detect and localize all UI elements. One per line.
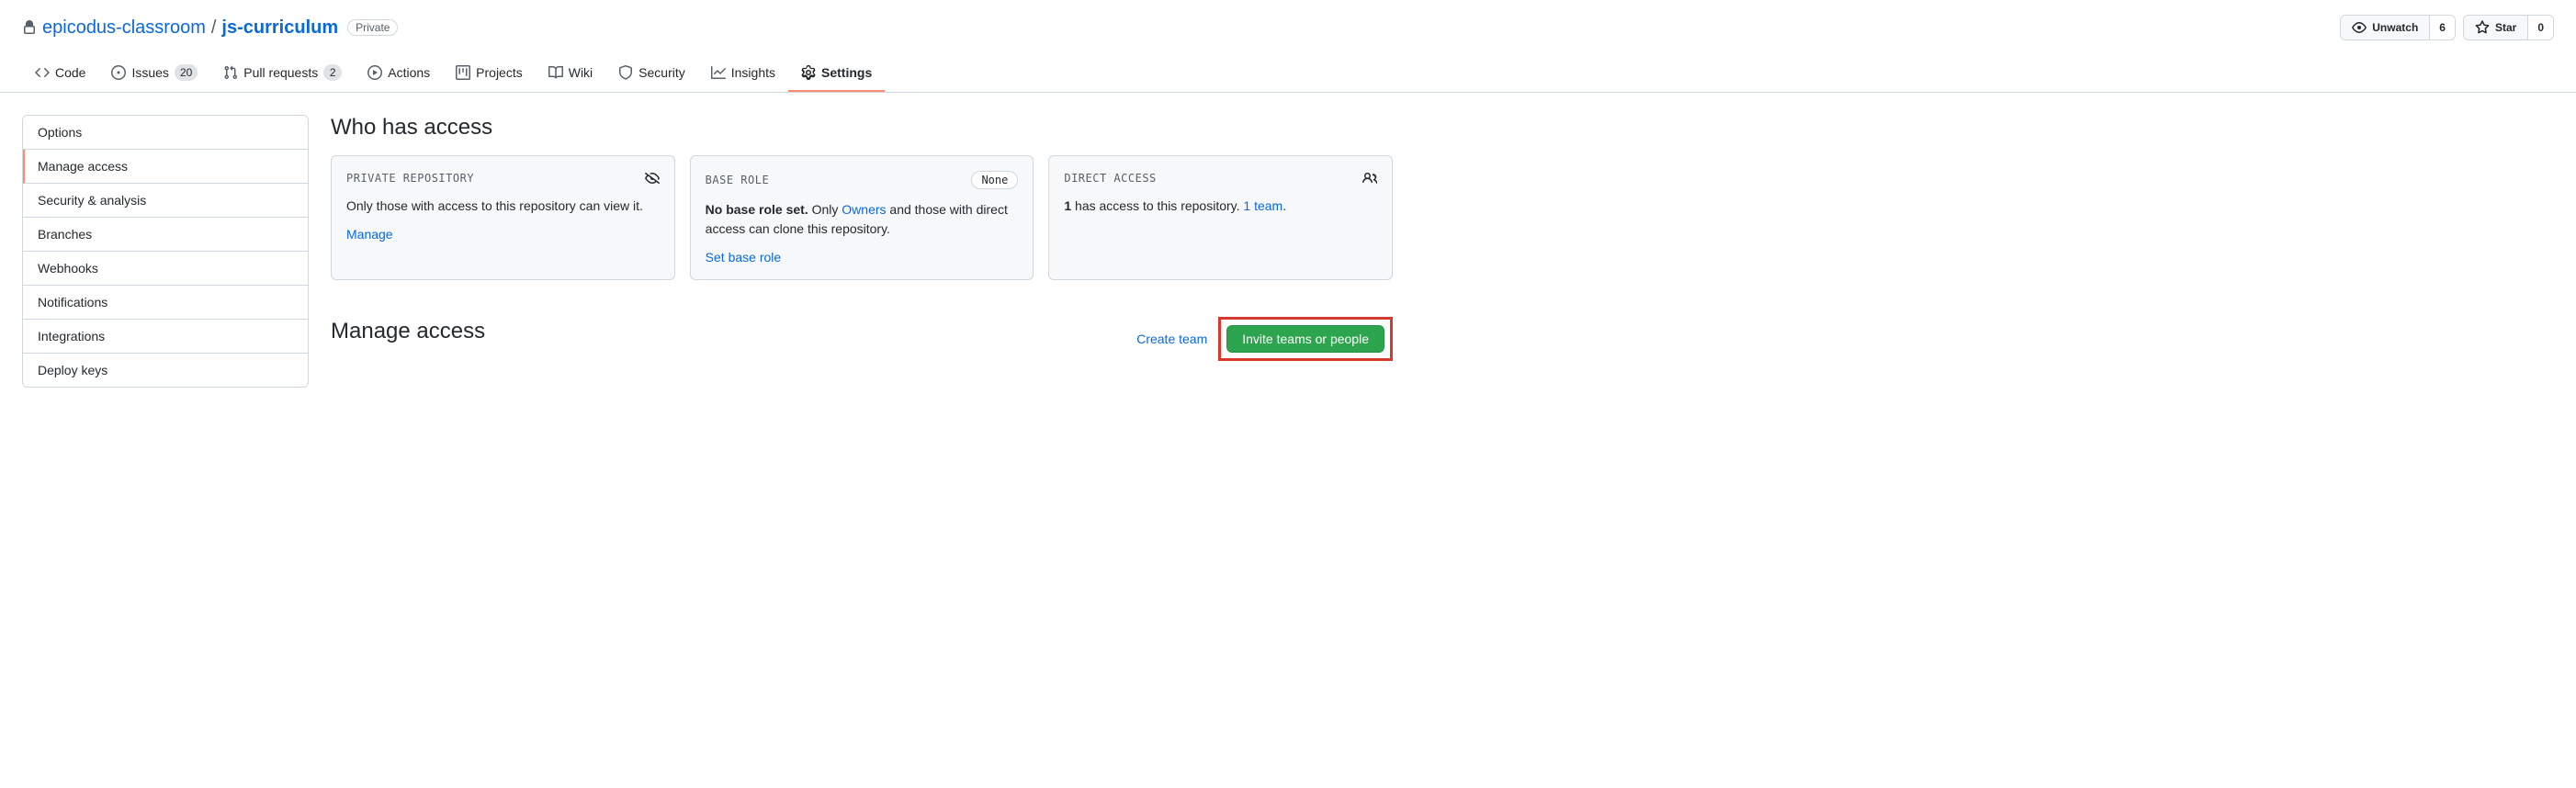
highlight-annotation: Invite teams or people — [1218, 317, 1393, 361]
tab-code-label: Code — [55, 65, 85, 80]
main-content: Who has access PRIVATE REPOSITORY Only t… — [331, 115, 1393, 388]
tab-settings[interactable]: Settings — [788, 55, 885, 92]
tab-code[interactable]: Code — [22, 55, 98, 92]
shield-icon — [618, 65, 633, 80]
card-body: 1 has access to this repository. 1 team. — [1064, 197, 1377, 216]
tab-security-label: Security — [638, 65, 685, 80]
tab-pulls[interactable]: Pull requests 2 — [210, 55, 355, 92]
direct-access-card: DIRECT ACCESS 1 has access to this repos… — [1048, 155, 1393, 280]
manage-access-heading: Manage access — [331, 319, 485, 344]
settings-sidebar: Options Manage access Security & analysi… — [22, 115, 309, 388]
pulls-count: 2 — [323, 64, 342, 81]
tab-issues-label: Issues — [131, 65, 168, 80]
tab-settings-label: Settings — [821, 65, 872, 80]
book-icon — [548, 65, 563, 80]
repo-tabs: Code Issues 20 Pull requests 2 Actions P… — [0, 55, 2576, 93]
header-actions: Unwatch 6 Star 0 — [2340, 15, 2554, 40]
base-role-card: BASE ROLE None No base role set. Only Ow… — [690, 155, 1034, 280]
sidebar-item-branches[interactable]: Branches — [23, 218, 308, 252]
repo-link[interactable]: js-curriculum — [221, 17, 338, 39]
tab-actions[interactable]: Actions — [355, 55, 443, 92]
team-link[interactable]: 1 team — [1243, 198, 1282, 213]
unwatch-button[interactable]: Unwatch — [2341, 16, 2429, 39]
sidebar-item-security-analysis[interactable]: Security & analysis — [23, 184, 308, 218]
visibility-badge: Private — [347, 19, 398, 36]
play-icon — [367, 65, 382, 80]
tab-projects[interactable]: Projects — [443, 55, 536, 92]
invite-button[interactable]: Invite teams or people — [1226, 325, 1384, 353]
unwatch-button-group: Unwatch 6 — [2340, 15, 2456, 40]
tab-actions-label: Actions — [388, 65, 430, 80]
manage-link[interactable]: Manage — [346, 227, 393, 242]
set-base-role-link[interactable]: Set base role — [706, 250, 782, 265]
star-button-group: Star 0 — [2463, 15, 2554, 40]
sidebar-item-deploy-keys[interactable]: Deploy keys — [23, 354, 308, 387]
bold-text: No base role set. — [706, 202, 808, 217]
issue-icon — [111, 65, 126, 80]
people-icon — [1362, 171, 1377, 186]
code-icon — [35, 65, 50, 80]
eye-closed-icon — [645, 171, 660, 186]
bold-text: 1 — [1064, 198, 1071, 213]
owners-link[interactable]: Owners — [842, 202, 886, 217]
tab-pulls-label: Pull requests — [243, 65, 318, 80]
card-title: PRIVATE REPOSITORY — [346, 172, 474, 185]
watch-count[interactable]: 6 — [2429, 16, 2455, 39]
sidebar-item-manage-access[interactable]: Manage access — [23, 150, 308, 184]
private-repository-card: PRIVATE REPOSITORY Only those with acces… — [331, 155, 675, 280]
graph-icon — [711, 65, 726, 80]
sidebar-item-options[interactable]: Options — [23, 116, 308, 150]
tab-insights-label: Insights — [731, 65, 775, 80]
card-title: DIRECT ACCESS — [1064, 172, 1156, 185]
tab-issues[interactable]: Issues 20 — [98, 55, 210, 92]
sidebar-item-integrations[interactable]: Integrations — [23, 320, 308, 354]
lock-icon — [22, 20, 37, 35]
base-role-badge: None — [971, 171, 1018, 189]
star-count[interactable]: 0 — [2527, 16, 2553, 39]
star-button[interactable]: Star — [2464, 16, 2527, 39]
tab-insights[interactable]: Insights — [698, 55, 788, 92]
card-body: Only those with access to this repositor… — [346, 197, 660, 216]
project-icon — [456, 65, 470, 80]
eye-icon — [2352, 20, 2367, 35]
star-icon — [2475, 20, 2490, 35]
separator: / — [211, 17, 217, 39]
create-team-link[interactable]: Create team — [1136, 332, 1207, 346]
gear-icon — [801, 65, 816, 80]
star-label: Star — [2495, 21, 2516, 34]
sidebar-item-webhooks[interactable]: Webhooks — [23, 252, 308, 286]
card-body: No base role set. Only Owners and those … — [706, 200, 1019, 239]
pull-request-icon — [223, 65, 238, 80]
issues-count: 20 — [175, 64, 198, 81]
breadcrumb: epicodus-classroom / js-curriculum Priva… — [22, 17, 398, 39]
card-title: BASE ROLE — [706, 174, 770, 186]
unwatch-label: Unwatch — [2372, 21, 2418, 34]
sidebar-item-notifications[interactable]: Notifications — [23, 286, 308, 320]
tab-wiki-label: Wiki — [569, 65, 593, 80]
tab-wiki[interactable]: Wiki — [536, 55, 605, 92]
tab-projects-label: Projects — [476, 65, 523, 80]
owner-link[interactable]: epicodus-classroom — [42, 17, 206, 39]
who-has-access-heading: Who has access — [331, 115, 1393, 141]
tab-security[interactable]: Security — [605, 55, 698, 92]
